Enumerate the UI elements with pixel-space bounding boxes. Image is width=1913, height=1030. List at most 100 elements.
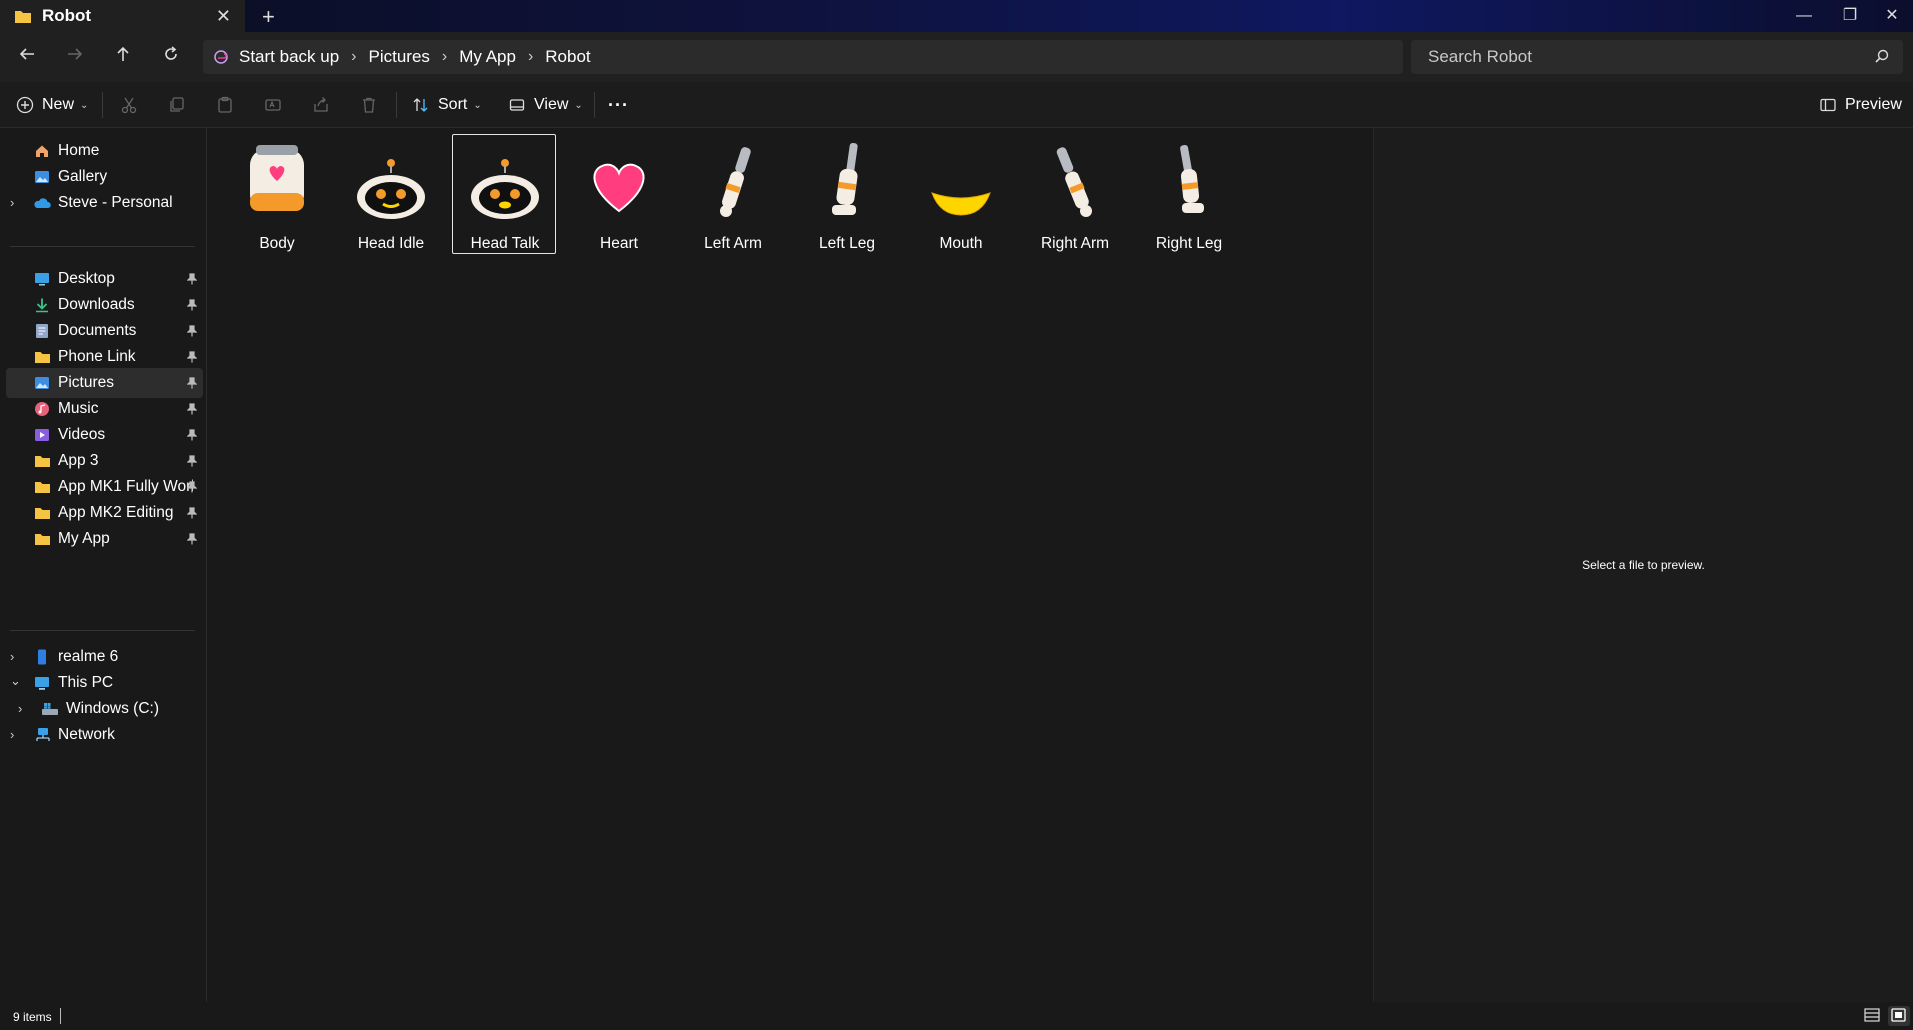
sidebar-divider	[10, 630, 195, 631]
file-item-right-leg[interactable]: Right Leg	[1136, 134, 1240, 254]
sidebar-item-network[interactable]: Network	[6, 720, 203, 750]
download-icon	[33, 296, 51, 314]
folder-icon	[33, 478, 51, 496]
toolbar-divider	[594, 92, 595, 118]
share-button[interactable]	[312, 82, 330, 128]
pin-icon[interactable]	[186, 480, 198, 498]
sidebar-item-my-app[interactable]: My App	[6, 524, 203, 554]
file-name: Right Arm	[1040, 235, 1110, 252]
new-button[interactable]: New ⌄	[16, 82, 88, 128]
file-item-head-idle[interactable]: Head Idle	[338, 134, 442, 254]
details-view-icon[interactable]	[1862, 1006, 1884, 1026]
pin-icon[interactable]	[186, 350, 198, 368]
file-item-head-talk[interactable]: Head Talk	[452, 134, 556, 254]
sort-button[interactable]: Sort ⌄	[412, 82, 482, 128]
tab-close-icon[interactable]: ✕	[216, 6, 231, 27]
chevron-right-icon[interactable]: ›	[10, 195, 14, 210]
breadcrumb[interactable]: Start back up › Pictures › My App › Robo…	[203, 40, 1403, 74]
file-item-heart[interactable]: Heart	[566, 134, 670, 254]
pin-icon[interactable]	[186, 506, 198, 524]
breadcrumb-start-back-up[interactable]: Start back up	[239, 47, 339, 67]
phone-icon	[33, 648, 51, 666]
minimize-button[interactable]: —	[1784, 2, 1824, 30]
tab-robot[interactable]: Robot ✕	[0, 0, 245, 32]
file-item-body[interactable]: Body	[224, 134, 328, 254]
sidebar-item-label: App MK2 Editing	[58, 504, 174, 521]
sidebar-item-label: My App	[58, 530, 110, 547]
paste-button[interactable]	[216, 82, 234, 128]
pin-icon[interactable]	[186, 324, 198, 342]
sidebar-item-label: App MK1 Fully Working	[58, 478, 193, 495]
new-tab-button[interactable]: +	[262, 4, 275, 30]
breadcrumb-robot[interactable]: Robot	[545, 47, 590, 67]
chevron-down-icon: ⌄	[80, 99, 89, 111]
robot-leg-icon	[1180, 144, 1204, 213]
drive-icon	[41, 700, 59, 718]
search-box[interactable]	[1411, 40, 1903, 74]
folder-icon	[33, 504, 51, 522]
share-icon	[314, 97, 328, 112]
pin-icon[interactable]	[186, 402, 198, 420]
rename-icon	[265, 99, 281, 111]
search-icon[interactable]	[1873, 46, 1891, 68]
sidebar-item-label: Windows (C:)	[66, 700, 160, 717]
command-bar: New ⌄ Sort ⌄ View ⌄ ··· Preview	[0, 82, 1913, 128]
pin-icon[interactable]	[186, 428, 198, 446]
pin-icon[interactable]	[186, 298, 198, 316]
refresh-icon[interactable]	[156, 42, 186, 72]
chevron-right-icon[interactable]: ›	[528, 48, 533, 66]
back-arrow-icon[interactable]	[12, 42, 42, 72]
chevron-down-icon: ⌄	[473, 99, 482, 111]
file-item-left-leg[interactable]: Left Leg	[794, 134, 898, 254]
sidebar-divider	[10, 246, 195, 247]
close-button[interactable]: ✕	[1872, 2, 1912, 30]
toolbar-divider	[102, 92, 103, 118]
folder-icon	[33, 530, 51, 548]
sidebar-item-steve-personal[interactable]: Steve - Personal	[6, 188, 203, 218]
preview-pane-icon	[1820, 98, 1836, 112]
sidebar-item-label: Phone Link	[58, 348, 136, 365]
more-options-button[interactable]: ···	[608, 82, 629, 128]
up-arrow-icon[interactable]	[108, 42, 138, 72]
sidebar-item-label: Steve - Personal	[58, 194, 173, 211]
tiles-view-icon[interactable]	[1888, 1006, 1910, 1026]
robot-leg-icon	[832, 142, 858, 215]
view-label: View	[534, 96, 569, 113]
sidebar-item-label: realme 6	[58, 648, 119, 665]
chevron-right-icon[interactable]: ›	[442, 48, 447, 66]
gallery-icon	[33, 168, 51, 186]
file-name: Left Arm	[704, 235, 762, 252]
toolbar-divider	[396, 92, 397, 118]
rename-button[interactable]	[264, 82, 282, 128]
pictures-icon	[33, 374, 51, 392]
preview-pane-button[interactable]: Preview	[1819, 82, 1902, 128]
cut-button[interactable]	[120, 82, 138, 128]
forward-arrow-icon[interactable]	[60, 42, 90, 72]
paste-icon	[218, 96, 232, 113]
preview-message: Select a file to preview.	[1582, 558, 1705, 572]
sidebar-item-label: App 3	[58, 452, 99, 469]
pin-icon[interactable]	[186, 272, 198, 290]
view-button[interactable]: View ⌄	[508, 82, 583, 128]
breadcrumb-my-app[interactable]: My App	[459, 47, 516, 67]
cut-icon	[121, 97, 137, 114]
pc-icon	[33, 674, 51, 692]
pin-icon[interactable]	[186, 454, 198, 472]
file-name: Mouth	[939, 235, 983, 252]
preview-pane: Select a file to preview.	[1373, 128, 1913, 1002]
search-input[interactable]	[1426, 40, 1866, 74]
network-icon	[33, 726, 51, 744]
chevron-right-icon[interactable]: ›	[351, 48, 356, 66]
breadcrumb-pictures[interactable]: Pictures	[369, 47, 430, 67]
file-item-right-arm[interactable]: Right Arm	[1022, 134, 1126, 254]
folder-icon	[15, 10, 31, 23]
delete-button[interactable]	[360, 82, 378, 128]
pin-icon[interactable]	[186, 532, 198, 550]
tab-title: Robot	[42, 6, 92, 25]
file-item-mouth[interactable]: Mouth	[908, 134, 1012, 254]
restore-button[interactable]: ❐	[1830, 2, 1870, 30]
copy-button[interactable]	[168, 82, 186, 128]
file-item-left-arm[interactable]: Left Arm	[680, 134, 784, 254]
file-list[interactable]: Body Head Idle Head Talk Heart Left Arm …	[207, 128, 1373, 1002]
pin-icon[interactable]	[186, 376, 198, 394]
